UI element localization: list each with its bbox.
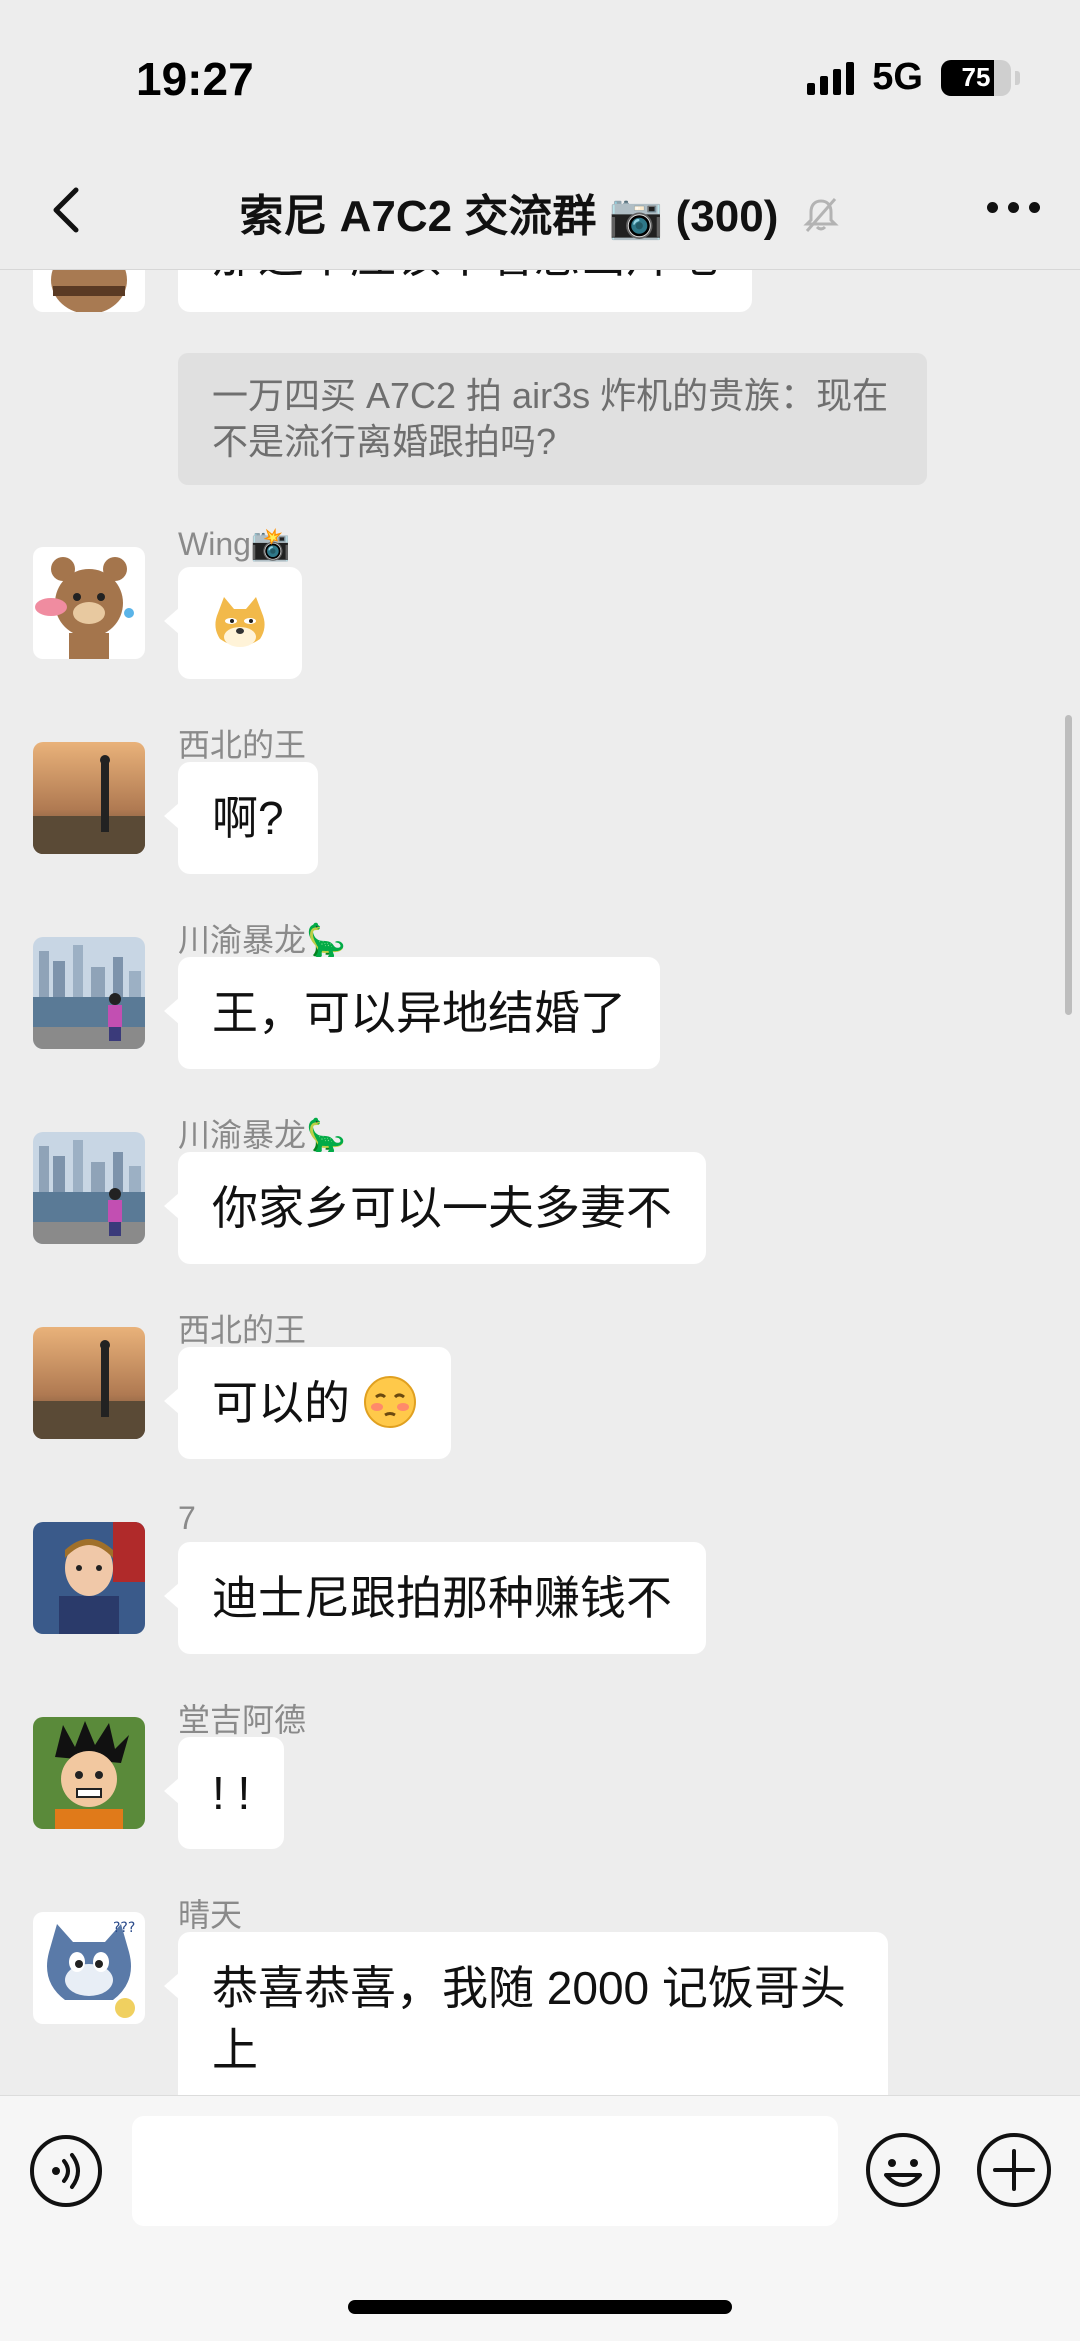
svg-text:???: ??? [113,1920,135,1936]
quoted-reply[interactable]: 一万四买 A7C2 拍 air3s 炸机的贵族：现在不是流行离婚跟拍吗? [178,353,927,485]
cartoon-fighter-avatar[interactable] [33,1717,145,1829]
doge-sticker [215,597,265,647]
message-bubble[interactable]: 你家乡可以一夫多妻不 [164,1152,706,1264]
chat-title: 索尼 A7C2 交流群 📷 (300) [0,180,1080,244]
bear-avatar[interactable] [33,547,145,659]
chat-header: 索尼 A7C2 交流群 📷 (300) [0,150,1080,270]
sender-name: 7 [178,1500,196,1536]
harbor-girl-avatar[interactable] [33,937,145,1049]
message-bubble[interactable]: ! ! [163,1737,285,1849]
message-bubble[interactable]: 迪士尼跟拍那种赚钱不 [164,1542,706,1654]
sender-name: 晴天 [178,1897,243,1933]
more-options-button[interactable] [987,202,1040,213]
battery-level: 75 [961,62,991,92]
sender-name: 西北的王 [178,727,307,763]
sunset-person-avatar[interactable] [33,1327,145,1439]
group-name: 索尼 A7C2 交流群 [239,192,597,241]
message-input[interactable] [132,2116,838,2226]
chat-area[interactable]: 那这个应该不着急出片吧 一万四买 A7C2 拍 air3s 炸机的贵族：现在不是… [0,270,1080,2095]
status-time: 19:27 [136,53,254,105]
message-bubble[interactable] [164,567,302,679]
mute-bell-icon [802,198,839,232]
message-bubble[interactable]: 可以的 [164,1347,451,1459]
sender-name: 堂吉阿德 [178,1702,307,1738]
more-functions-button[interactable] [975,2131,1053,2209]
home-indicator[interactable] [348,2300,732,2314]
shy-face-emoji [363,1376,416,1428]
sender-name: Wing📸 [178,526,291,562]
battery-cap [1015,70,1020,85]
sender-name: 川渝暴龙🦕 [178,1117,346,1153]
emoji-button[interactable] [864,2131,942,2209]
boy-avatar[interactable] [33,1522,145,1634]
message-bubble[interactable]: 啊? [164,762,318,874]
camera-emoji: 📷 [608,192,664,241]
scrollbar[interactable] [1065,715,1072,1015]
voice-input-button[interactable] [28,2133,104,2209]
message-bubble[interactable]: 王，可以异地结婚了 [164,957,660,1069]
battery-icon: 75 [941,59,1011,96]
status-bar: 19:27 5G 75 [0,0,1080,150]
signal-icon [807,61,855,95]
harbor-girl-avatar[interactable] [33,1132,145,1244]
message-bubble[interactable]: 那这个应该不着急出片吧 [178,270,752,312]
sunset-person-avatar[interactable] [33,742,145,854]
member-count: (300) [675,192,779,241]
sender-name: 川渝暴龙🦕 [178,922,346,958]
bear-avatar[interactable] [33,270,145,312]
network-type: 5G [872,56,923,98]
tom-cat-avatar[interactable]: ??? [33,1912,145,2024]
message-bubble[interactable]: 恭喜恭喜，我随 2000 记饭哥头 上 [164,1932,888,2095]
status-indicators: 5G 75 [807,56,1020,99]
sender-name: 西北的王 [178,1312,307,1348]
